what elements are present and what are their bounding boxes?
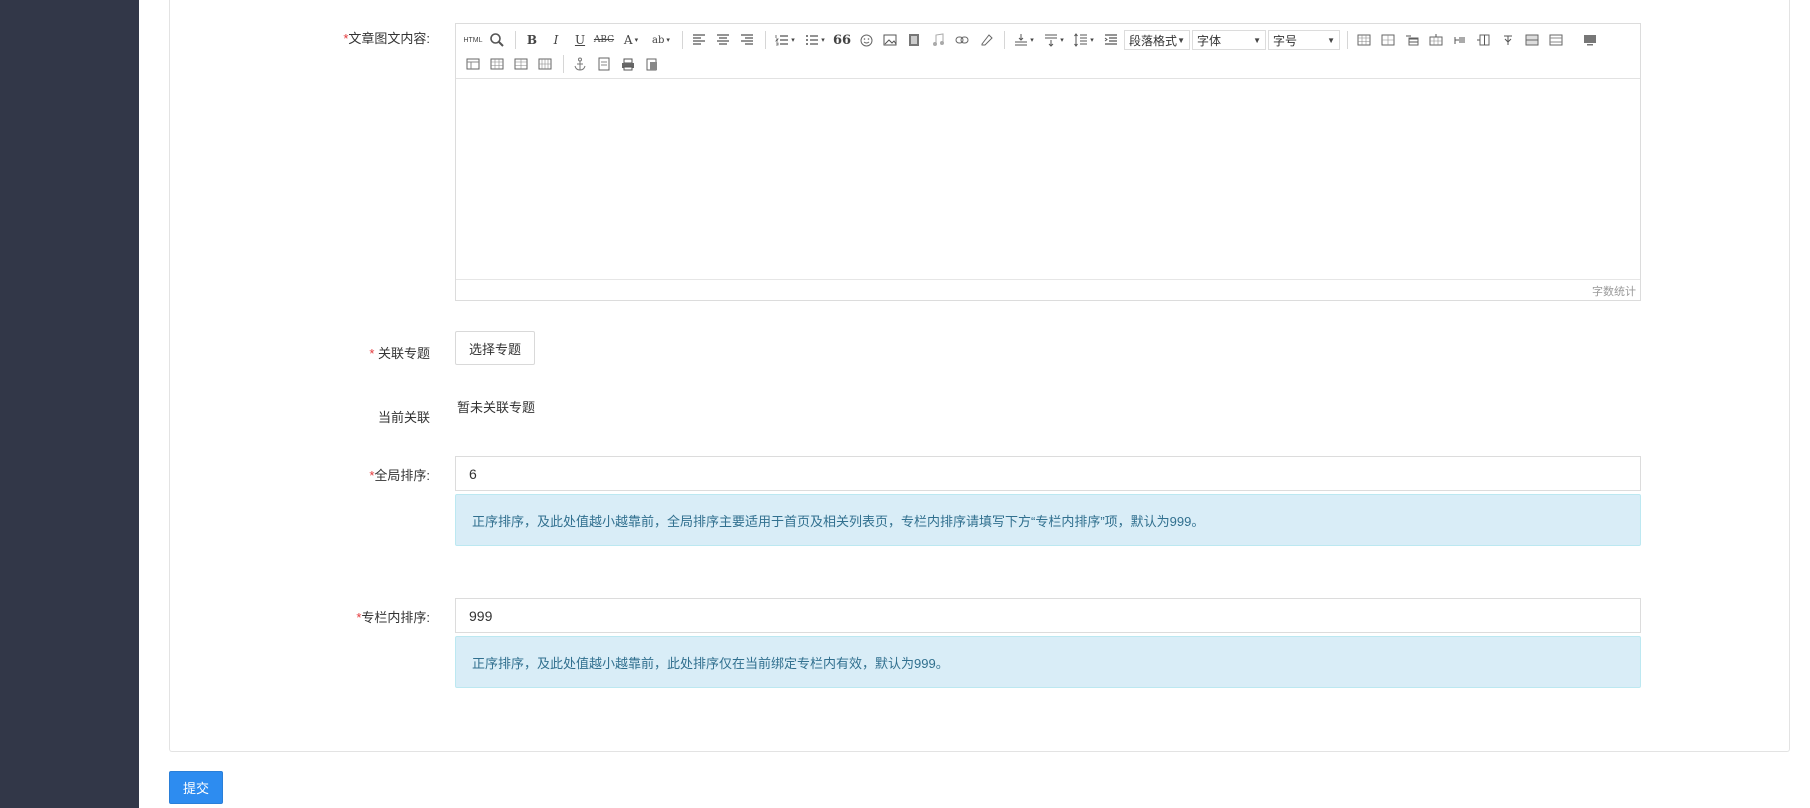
unordered-list-icon[interactable]: ▾ (801, 30, 829, 50)
ordered-list-icon[interactable]: ▾ (771, 30, 799, 50)
font-size-select[interactable]: 字号 ▼ (1268, 30, 1340, 50)
underline-button[interactable]: U (569, 30, 591, 50)
toolbar-divider (765, 31, 766, 49)
insert-col-icon[interactable] (1473, 30, 1495, 50)
html-source-button[interactable]: HTML (462, 30, 484, 50)
row-spacing-bottom-icon[interactable]: ▾ (1040, 30, 1068, 50)
toolbar-divider (1347, 31, 1348, 49)
word-count: 字数统计 (456, 279, 1640, 300)
fullscreen-icon[interactable] (1579, 30, 1601, 50)
chevron-down-icon: ▼ (1253, 35, 1261, 45)
content-label: *文章图文内容: (343, 31, 430, 46)
toolbar-row-2 (462, 52, 1634, 76)
toolbar-divider (563, 55, 564, 73)
align-center-icon[interactable] (712, 30, 734, 50)
insert-video-icon[interactable] (903, 30, 925, 50)
delete-row-icon[interactable] (1449, 30, 1471, 50)
italic-button[interactable]: I (545, 30, 567, 50)
align-right-icon[interactable] (736, 30, 758, 50)
toolbar-divider (1004, 31, 1005, 49)
editor-toolbar: HTML B I U ABC A ▾ ab ▾ ▾ ▾ 66 ▾ ▾ ▾ 段落格… (456, 24, 1640, 79)
strikethrough-button[interactable]: ABC (593, 30, 615, 50)
toolbar-divider (682, 31, 683, 49)
topic-label: * 关联专题 (369, 346, 430, 361)
clear-format-icon[interactable] (975, 30, 997, 50)
submit-button[interactable]: 提交 (169, 771, 223, 804)
merge-down-icon[interactable] (462, 54, 484, 74)
split-rows-icon[interactable] (510, 54, 532, 74)
row-spacing-top-icon[interactable]: ▾ (1010, 30, 1038, 50)
global-sort-label: *全局排序: (369, 468, 430, 483)
align-left-icon[interactable] (688, 30, 710, 50)
blockquote-icon[interactable]: 66 (831, 30, 853, 50)
toolbar-row-1: HTML B I U ABC A ▾ ab ▾ ▾ ▾ 66 ▾ ▾ ▾ 段落格… (462, 28, 1634, 52)
paragraph-format-select[interactable]: 段落格式 ▼ (1124, 30, 1190, 50)
paragraph-icon[interactable] (1100, 30, 1122, 50)
global-sort-input[interactable]: 6 (455, 456, 1641, 491)
anchor-icon[interactable] (569, 54, 591, 74)
emoji-icon[interactable] (855, 30, 877, 50)
insert-link-icon[interactable] (951, 30, 973, 50)
insert-paragraph-before-table-icon[interactable] (1401, 30, 1423, 50)
print-icon[interactable] (617, 54, 639, 74)
select-topic-button[interactable]: 选择专题 (455, 331, 536, 365)
split-cells-icon[interactable] (486, 54, 508, 74)
current-association-value: 暂未关联专题 (457, 400, 536, 415)
current-association-label: 当前关联 (377, 410, 430, 425)
font-color-button[interactable]: A ▾ (617, 30, 645, 50)
line-height-icon[interactable]: ▾ (1070, 30, 1098, 50)
chevron-down-icon: ▼ (1327, 35, 1335, 45)
merge-right-icon[interactable] (1545, 30, 1567, 50)
font-family-select[interactable]: 字体 ▼ (1192, 30, 1266, 50)
column-sort-hint: 正序排序，及此处值越小越靠前，此处排序仅在当前绑定专栏内有效，默认为999。 (455, 636, 1641, 688)
bold-button[interactable]: B (521, 30, 543, 50)
delete-table-icon[interactable] (1377, 30, 1399, 50)
rich-text-editor[interactable]: HTML B I U ABC A ▾ ab ▾ ▾ ▾ 66 ▾ ▾ ▾ 段落格… (455, 23, 1641, 301)
background-color-icon[interactable]: ab ▾ (647, 30, 675, 50)
global-sort-hint: 正序排序，及此处值越小越靠前，全局排序主要适用于首页及相关列表页，专栏内排序请填… (455, 494, 1641, 546)
sidebar (0, 0, 139, 808)
insert-music-icon[interactable] (927, 30, 949, 50)
page-break-icon[interactable] (593, 54, 615, 74)
insert-row-icon[interactable] (1425, 30, 1447, 50)
chevron-down-icon: ▼ (1177, 35, 1185, 45)
column-sort-label: *专栏内排序: (356, 610, 430, 625)
editor-content-area[interactable] (456, 79, 1640, 279)
merge-cells-icon[interactable] (1521, 30, 1543, 50)
insert-table-icon[interactable] (1353, 30, 1375, 50)
paste-plain-icon[interactable] (641, 54, 663, 74)
column-sort-input[interactable]: 999 (455, 598, 1641, 633)
preview-icon[interactable] (486, 30, 508, 50)
insert-image-icon[interactable] (879, 30, 901, 50)
delete-col-icon[interactable] (1497, 30, 1519, 50)
toolbar-divider (515, 31, 516, 49)
split-cols-icon[interactable] (534, 54, 556, 74)
